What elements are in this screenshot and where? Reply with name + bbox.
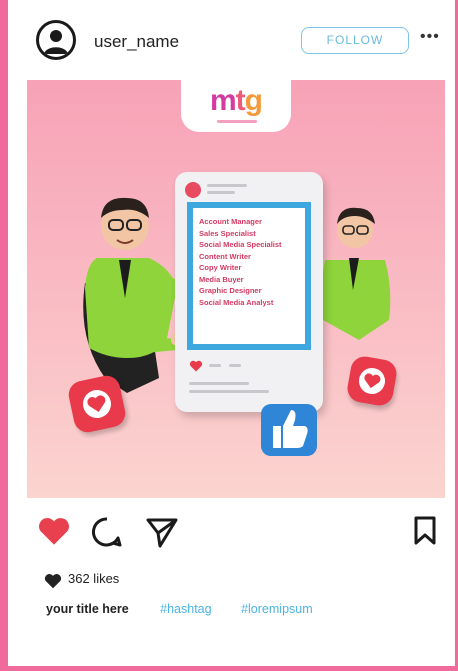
logo-letter-m: m — [209, 84, 237, 117]
more-options-button[interactable]: ••• — [420, 28, 440, 46]
job-item: Account Manager — [199, 217, 262, 226]
heart-icon — [364, 373, 381, 389]
hashtag-link[interactable]: #loremipsum — [241, 602, 313, 616]
right-character-illustration — [319, 207, 391, 340]
comment-button[interactable] — [91, 516, 123, 548]
like-button[interactable] — [37, 516, 71, 546]
placeholder-line — [189, 390, 269, 393]
brand-logo: mtg — [181, 80, 291, 132]
job-item: Content Writer — [199, 251, 251, 261]
phone-heart-icon — [189, 360, 203, 372]
heart-bubble-left — [66, 373, 128, 435]
phone-mockup: Account Manager Sales Specialist Social … — [175, 172, 323, 412]
logo-letter-g: g — [244, 84, 263, 117]
username[interactable]: user_name — [94, 32, 179, 52]
hashtag-link[interactable]: #hashtag — [160, 602, 211, 616]
job-item: Graphic Designer — [199, 286, 262, 295]
bookmark-button[interactable] — [413, 516, 437, 546]
bottom-border — [0, 666, 458, 671]
share-button[interactable] — [145, 516, 179, 548]
job-item: Sales Specialist — [199, 228, 256, 238]
job-item: Copy Writer — [199, 263, 242, 272]
placeholder-line — [189, 382, 249, 385]
user-avatar-icon — [44, 30, 68, 54]
logo-tagline — [217, 120, 257, 123]
thumbs-up-icon — [261, 404, 317, 456]
post-image[interactable]: mtg Account Manager Sales Specialist Soc… — [27, 80, 445, 498]
job-item: Social Media Specialist — [199, 240, 282, 249]
placeholder-line — [207, 191, 235, 194]
job-item: Social Media Analyst — [199, 297, 274, 307]
placeholder-line — [207, 184, 247, 187]
follow-button[interactable]: FOLLOW — [301, 27, 409, 54]
likes-heart-icon — [44, 574, 62, 589]
placeholder-line — [229, 364, 241, 367]
placeholder-line — [209, 364, 221, 367]
left-character-illustration — [83, 197, 187, 393]
likes-text: 362 likes — [68, 571, 120, 586]
job-list-screen: Account Manager Sales Specialist Social … — [187, 202, 311, 350]
caption: your title here #hashtag #loremipsum — [46, 602, 339, 616]
post-header: user_name FOLLOW ••• — [22, 12, 442, 70]
logo-letter-t: t — [235, 84, 246, 117]
avatar[interactable] — [36, 20, 76, 60]
left-border — [0, 0, 8, 671]
profile-dot-icon — [185, 182, 201, 198]
heart-bubble-right — [345, 354, 399, 408]
caption-title: your title here — [46, 602, 129, 616]
job-item: Media Buyer — [199, 274, 244, 284]
action-bar — [27, 510, 445, 560]
